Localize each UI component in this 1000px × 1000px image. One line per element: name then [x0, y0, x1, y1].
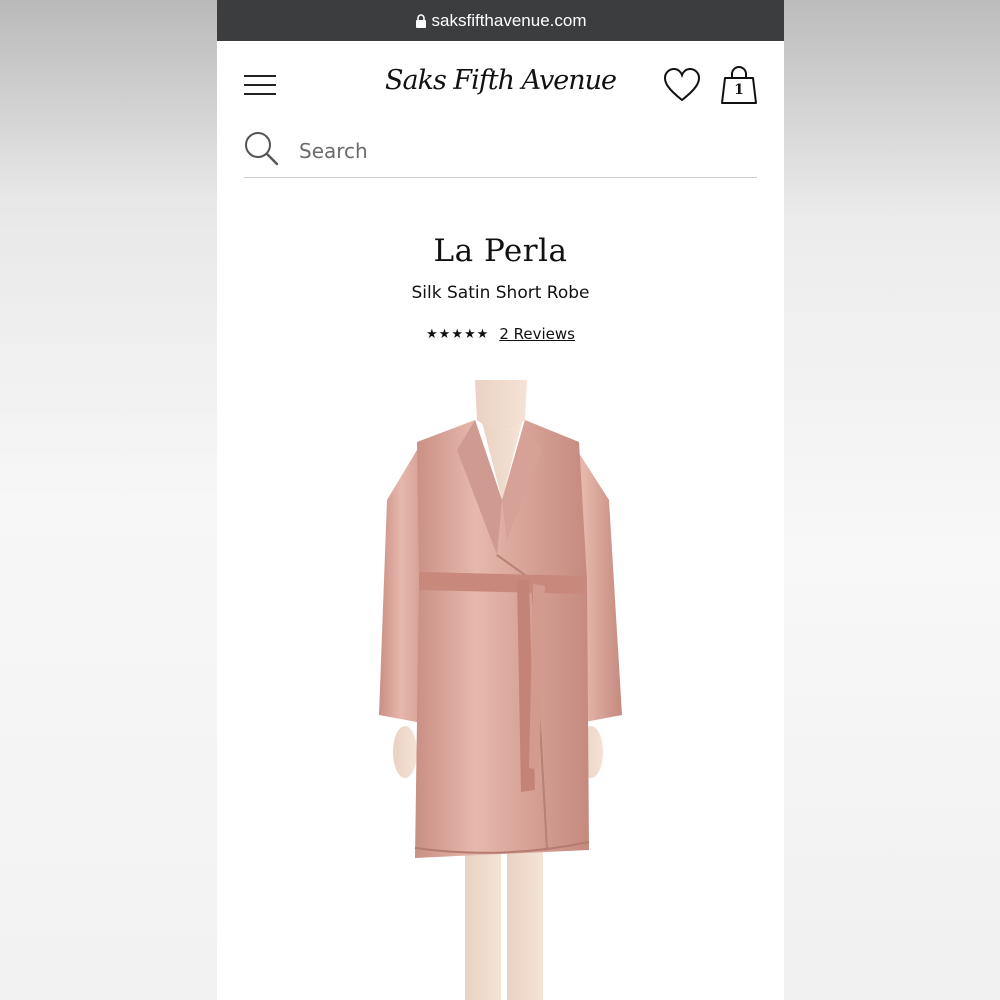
site-header: Saks Fifth Avenue 1: [217, 41, 784, 131]
background-left: [0, 0, 217, 1000]
search-bar[interactable]: Search: [244, 131, 757, 178]
product-image[interactable]: [357, 380, 647, 1000]
heart-icon[interactable]: [663, 67, 701, 103]
product-rating: ★★★★★ 2 Reviews: [217, 325, 784, 343]
browser-url-bar[interactable]: saksfifthavenue.com: [217, 0, 784, 41]
url-text: saksfifthavenue.com: [431, 10, 587, 30]
phone-screen: saksfifthavenue.com Saks Fifth Avenue 1 …: [217, 0, 784, 1000]
search-input[interactable]: Search: [299, 139, 368, 163]
product-brand[interactable]: La Perla: [217, 233, 784, 269]
lock-icon: [415, 13, 426, 28]
background-right: [784, 0, 1000, 1000]
product-name: Silk Satin Short Robe: [411, 283, 590, 303]
bag-count-badge: 1: [734, 82, 744, 98]
reviews-link[interactable]: 2 Reviews: [499, 325, 575, 343]
star-rating-icon: ★★★★★: [426, 326, 490, 342]
search-icon[interactable]: [244, 131, 280, 167]
